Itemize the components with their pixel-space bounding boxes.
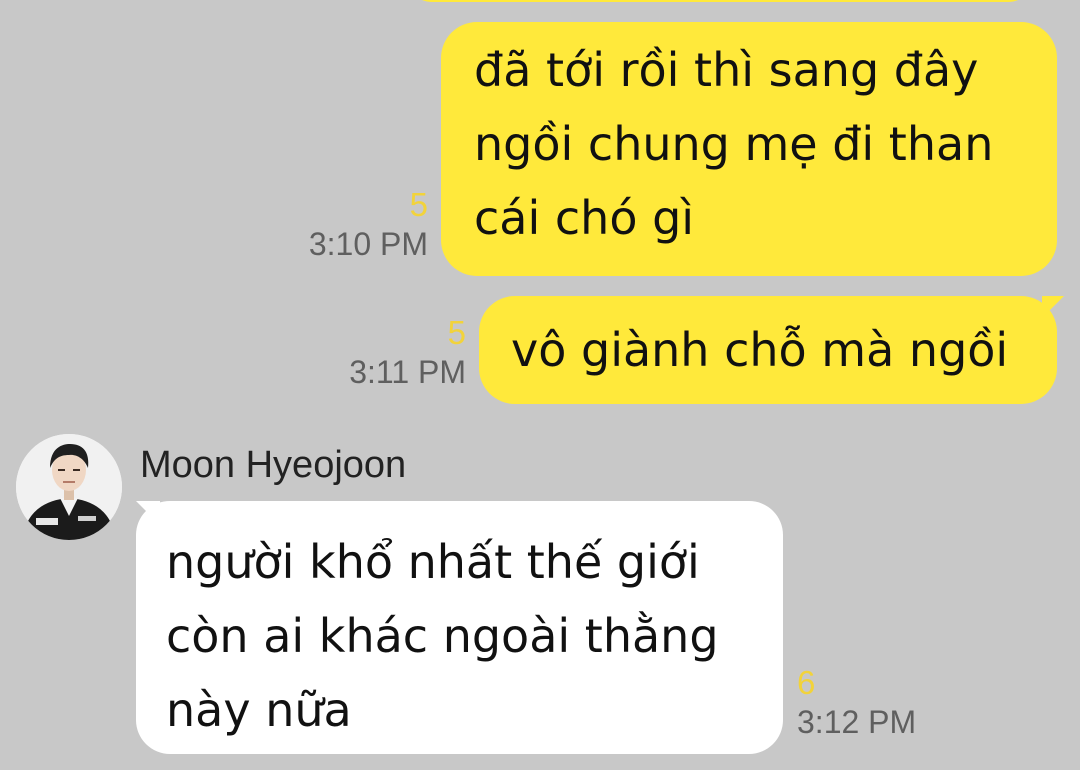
bubble-tail [1042,296,1064,318]
message-line: còn ai khác ngoài thằng [166,609,719,663]
sender-name: Moon Hyeojoon [140,444,407,486]
unread-count: 5 [447,314,466,351]
previous-message-bubble-clipped [410,0,1030,2]
bubble-tail [136,501,160,525]
unread-count: 6 [797,664,816,701]
message-line: này nữa [166,683,352,737]
profile-photo-avatar-icon [16,434,122,540]
message-meta: 5 3:10 PM [228,186,428,264]
message-line: người khổ nhất thế giới [166,535,700,589]
message-line: cái chó gì [474,191,695,245]
message-line: đã tới rồi thì sang đây [474,43,979,97]
unread-count: 5 [409,186,428,223]
message-bubble-mine[interactable]: đã tới rồi thì sang đây ngồi chung mẹ đi… [441,22,1057,276]
message-meta: 6 3:12 PM [797,664,997,742]
message-time: 3:11 PM [349,354,466,390]
message-meta: 5 3:11 PM [266,314,466,392]
message-time: 3:10 PM [308,226,428,262]
message-bubble-mine[interactable]: vô giành chỗ mà ngồi [479,296,1057,404]
message-line: ngồi chung mẹ đi than [474,117,994,171]
message-line: vô giành chỗ mà ngồi [511,323,1009,377]
avatar[interactable] [16,434,122,540]
message-time: 3:12 PM [797,704,917,740]
message-bubble-theirs[interactable]: người khổ nhất thế giới còn ai khác ngoà… [136,501,783,754]
